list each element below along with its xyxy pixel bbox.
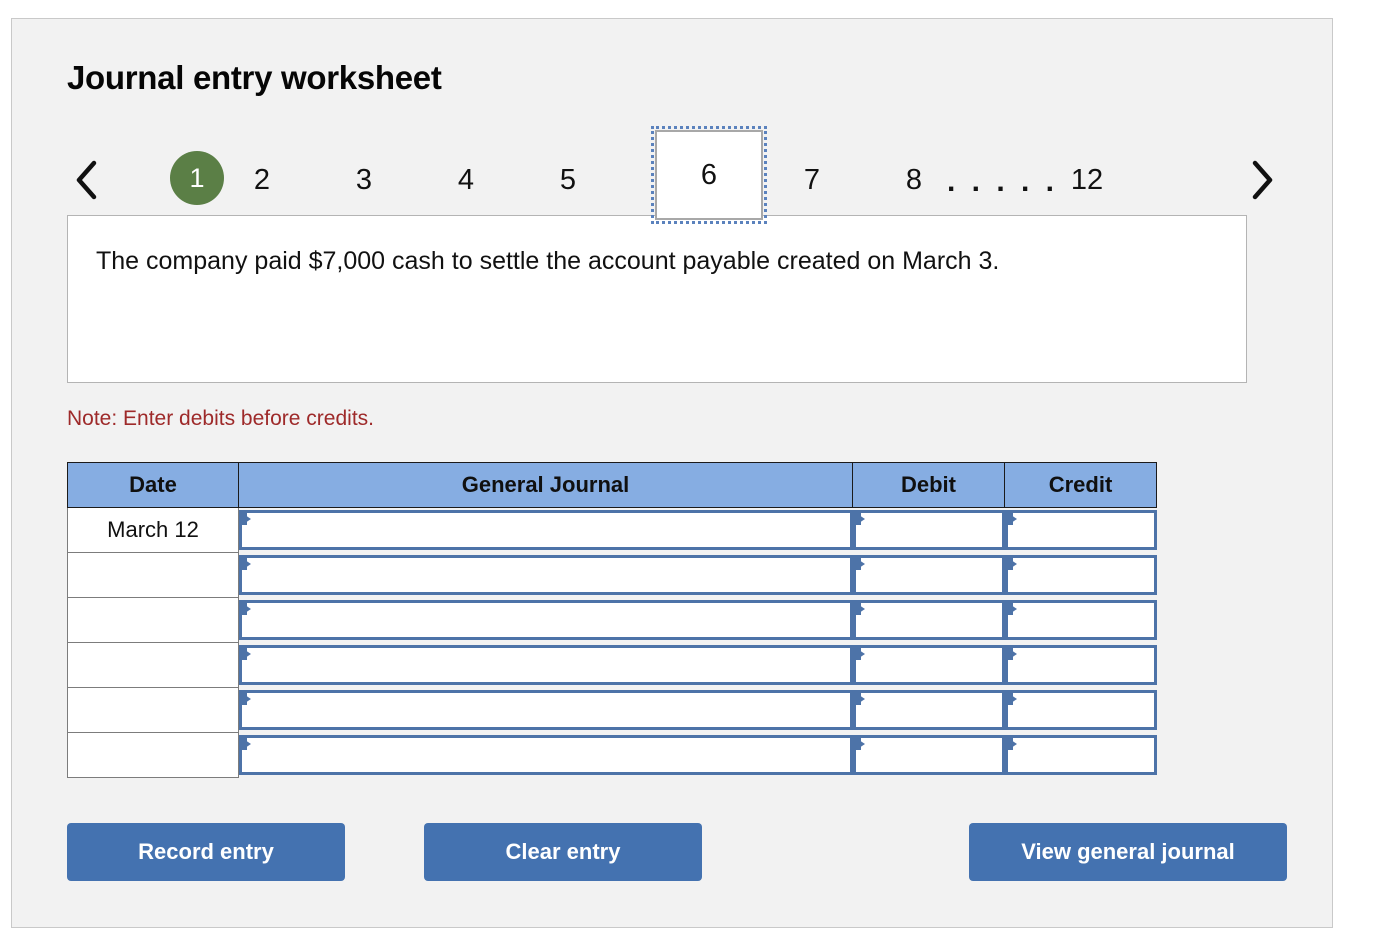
column-header-debit: Debit [853,462,1005,508]
credit-field[interactable] [1005,735,1157,775]
transaction-description-text: The company paid $7,000 cash to settle t… [96,247,1000,275]
date-cell[interactable] [67,688,239,733]
column-header-credit: Credit [1005,462,1157,508]
general-journal-field[interactable] [239,510,853,550]
pagination-page-3[interactable]: 3 [334,157,394,203]
date-cell[interactable] [67,598,239,643]
pagination-bar: 1 2 3 4 5 6 7 8 . . . . . 12 [57,126,1297,229]
pagination-ellipsis: . . . . . [947,165,1059,198]
credit-input[interactable] [1005,643,1157,688]
transaction-description-box: The company paid $7,000 cash to settle t… [67,215,1247,383]
debit-input[interactable] [853,553,1005,598]
debit-input[interactable] [853,508,1005,553]
debit-field[interactable] [853,690,1005,730]
clear-entry-button[interactable]: Clear entry [424,823,702,881]
view-general-journal-button[interactable]: View general journal [969,823,1287,881]
debits-before-credits-note: Note: Enter debits before credits. [67,407,374,430]
credit-field[interactable] [1005,645,1157,685]
table-row: March 12 [67,508,1157,553]
general-journal-field[interactable] [239,600,853,640]
pagination-page-5[interactable]: 5 [538,157,598,203]
journal-entry-table: Date General Journal Debit Credit March … [67,462,1157,778]
debit-input[interactable] [853,733,1005,778]
debit-input[interactable] [853,688,1005,733]
journal-entry-worksheet-panel: Journal entry worksheet 1 2 3 4 5 6 7 8 … [11,18,1333,928]
table-row [67,688,1157,733]
pagination-page-6-selected[interactable]: 6 [651,126,767,224]
credit-field[interactable] [1005,555,1157,595]
debit-field[interactable] [853,510,1005,550]
debit-input[interactable] [853,643,1005,688]
table-header-row: Date General Journal Debit Credit [67,462,1157,508]
debit-field[interactable] [853,735,1005,775]
general-journal-account-select[interactable] [239,643,853,688]
pagination-page-12[interactable]: 12 [1052,157,1122,203]
credit-field[interactable] [1005,510,1157,550]
general-journal-field[interactable] [239,735,853,775]
general-journal-account-select[interactable] [239,733,853,778]
record-entry-button[interactable]: Record entry [67,823,345,881]
credit-input[interactable] [1005,508,1157,553]
date-cell[interactable] [67,643,239,688]
general-journal-account-select[interactable] [239,688,853,733]
credit-input[interactable] [1005,688,1157,733]
credit-field[interactable] [1005,600,1157,640]
pagination-page-4[interactable]: 4 [436,157,496,203]
table-row [67,733,1157,778]
pagination-page-1[interactable]: 1 [170,151,224,205]
pagination-page-7[interactable]: 7 [782,157,842,203]
table-row [67,598,1157,643]
date-cell[interactable] [67,733,239,778]
chevron-left-icon [73,158,101,202]
debit-input[interactable] [853,598,1005,643]
column-header-date: Date [67,462,239,508]
date-cell[interactable] [67,553,239,598]
table-row [67,553,1157,598]
debit-field[interactable] [853,600,1005,640]
pagination-page-8[interactable]: 8 [884,157,944,203]
chevron-right-icon [1248,158,1276,202]
general-journal-account-select[interactable] [239,553,853,598]
general-journal-field[interactable] [239,555,853,595]
pagination-page-2[interactable]: 2 [232,157,292,203]
next-page-button[interactable] [1242,153,1282,207]
credit-field[interactable] [1005,690,1157,730]
debit-field[interactable] [853,645,1005,685]
general-journal-account-select[interactable] [239,598,853,643]
credit-input[interactable] [1005,553,1157,598]
general-journal-field[interactable] [239,645,853,685]
table-row [67,643,1157,688]
general-journal-account-select[interactable] [239,508,853,553]
date-cell[interactable]: March 12 [67,508,239,553]
column-header-general-journal: General Journal [239,462,853,508]
debit-field[interactable] [853,555,1005,595]
screenshot-root: Journal entry worksheet 1 2 3 4 5 6 7 8 … [0,0,1398,944]
page-title: Journal entry worksheet [67,59,442,96]
credit-input[interactable] [1005,598,1157,643]
credit-input[interactable] [1005,733,1157,778]
general-journal-field[interactable] [239,690,853,730]
previous-page-button[interactable] [67,153,107,207]
